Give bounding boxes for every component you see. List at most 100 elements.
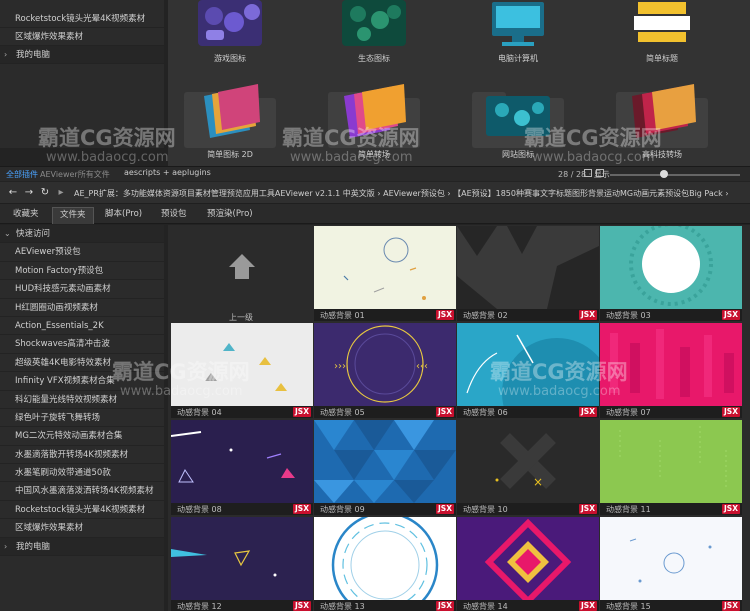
grid-item[interactable]: 动感背景 11 JSX [600,420,742,515]
sidebar-item[interactable]: Shockwaves高清冲击波 [0,335,164,354]
grid-item[interactable]: 动感背景 13 JSX [314,517,456,611]
bg02-art [457,226,599,309]
top-grid-item[interactable]: 简单图标 2D [170,74,290,162]
grid-item[interactable]: 动感背景 01 JSX [314,226,456,321]
tab-scripts-pro[interactable]: 脚本(Pro) [98,207,149,224]
simple-icons-2d-thumbnail [204,84,260,138]
hightech-transitions-thumbnail [632,84,696,138]
sidebar-folder-my-computer[interactable]: › 我的电脑 [0,537,164,557]
sidebar-item[interactable]: Infinity VFX视频素材合集 [0,372,164,391]
back-icon[interactable]: ← [6,186,20,200]
sidebar-item[interactable]: H红圆圈动画视频素材 [0,299,164,317]
arrow-up-icon [229,254,255,267]
thumbnail-caption: 动感背景 02 [463,311,508,320]
jsx-badge: JSX [722,407,740,417]
top-grid-item[interactable]: 游戏图标 [170,0,290,66]
plugin-filter-label[interactable]: aescripts + aeplugins [124,168,211,177]
svg-text:›››: ››› [334,361,346,372]
thumbnail-caption: 网站图标 [502,150,534,159]
sidebar-folder-my-computer[interactable]: › 我的电脑 [0,46,164,64]
forward-icon[interactable]: → [22,186,36,200]
go-up-item[interactable]: 上一级 [170,226,312,322]
go-up-label: 上一级 [229,313,253,322]
grid-item[interactable]: 动感背景 03 JSX [600,226,742,321]
top-grid-item[interactable]: 电脑计算机 [458,0,578,66]
sidebar-item[interactable]: Rocketstock镜头光晕4K视频素材 [0,501,164,520]
grid-view-icon[interactable] [584,169,592,177]
grid-item[interactable]: 动感背景 04 JSX [171,323,313,418]
filter-all-plugins[interactable]: 全部插件 [6,169,38,180]
grid-item[interactable]: × 动感背景 10 JSX [457,420,599,515]
top-grid-item[interactable]: 简单标题 [602,0,722,66]
arrow-up-stem [235,267,249,279]
grid-item[interactable]: 动感背景 14 JSX [457,517,599,611]
thumbnail-caption: 游戏图标 [214,54,246,63]
sidebar-item[interactable]: 科幻能量光线特效视频素材 [0,391,164,409]
list-view-icon[interactable] [596,169,604,177]
thumbnail-grid: 上一级 动感背景 01 JSX 动感背景 02 JSX 动感背景 03 JSX [168,225,750,611]
grid-item[interactable]: 动感背景 07 JSX [600,323,742,418]
sidebar-item[interactable]: 超级英雄4K电影特效素材 [0,354,164,373]
breadcrumb[interactable]: AE_PR扩展：多功能媒体资源项目素材管理预览应用工具AEViewer v2.1… [74,188,742,199]
grid-item[interactable]: ››› ‹‹‹ 动感背景 05 JSX [314,323,456,418]
thumbnail-size-slider[interactable] [610,174,740,176]
thumbnail-caption-bar: 动感背景 14 JSX [457,600,599,611]
bg12-art [171,549,277,577]
sidebar-quick-access[interactable]: ⌄ 快速访问 [0,225,164,244]
thumbnail-caption: 动感背景 03 [606,311,651,320]
bg09-art [314,420,456,503]
thumbnail [184,0,276,52]
thumbnail [457,323,599,406]
grid-item[interactable]: 动感背景 02 JSX [457,226,599,321]
sidebar-item[interactable]: HUD科技感元素动画素材 [0,280,164,299]
svg-text:×: × [533,475,543,489]
sidebar-item[interactable]: 中国风水墨滴落泼洒转场4K视频素材 [0,482,164,501]
sidebar-item[interactable]: Motion Factory预设包 [0,262,164,281]
thumbnail-caption: 动感背景 07 [606,408,651,417]
bg01-art [343,237,426,300]
grid-item[interactable]: 动感背景 08 JSX [171,420,313,515]
thumbnail [600,226,742,309]
thumbnail-caption: 动感背景 05 [320,408,365,417]
thumbnail [171,420,313,503]
bg06-art [466,334,599,406]
thumbnail: ››› ‹‹‹ [314,323,456,406]
tab-prerender-pro[interactable]: 预渲染(Pro) [200,207,260,224]
sidebar-item[interactable]: MG二次元特效动画素材合集 [0,427,164,446]
thumbnail [314,517,456,600]
sidebar-item[interactable]: 区域爆炸效果素材 [0,28,164,46]
thumbnail-caption: 动感背景 01 [320,311,365,320]
thumbnail-caption: 简单图标 2D [207,150,253,159]
jsx-badge: JSX [579,504,597,514]
top-grid-item[interactable]: 生态图标 [314,0,434,66]
tab-presets[interactable]: 预设包 [154,207,194,224]
sidebar-item[interactable]: 绿色叶子旋转飞舞转场 [0,409,164,428]
grid-item[interactable]: 动感背景 09 JSX [314,420,456,515]
grid-item[interactable]: 动感背景 15 JSX [600,517,742,611]
thumbnail-caption: 电脑计算机 [498,54,538,63]
top-grid-item[interactable]: 网站图标 [458,74,578,162]
top-grid-item[interactable]: 高科技转场 [602,74,722,162]
jsx-badge: JSX [436,504,454,514]
top-sidebar: Rocketstock镜头光晕4K视频素材 区域爆炸效果素材 › 我的电脑 [0,0,164,148]
sidebar-item[interactable]: 水墨滴落散开转场4K视频素材 [0,446,164,465]
sidebar-item[interactable]: 区域爆炸效果素材 [0,519,164,538]
watermark-url: www.badaocg.com [46,150,169,165]
tab-favorites[interactable]: 收藏夹 [6,207,46,224]
filter-all-files[interactable]: AEViewer所有文件 [40,169,110,180]
bg08-art [171,431,295,483]
sidebar-item[interactable]: 水墨笔刷动效带通道50款 [0,464,164,483]
grid-item[interactable]: 动感背景 06 JSX [457,323,599,418]
thumbnail-caption: 生态图标 [358,54,390,63]
slider-handle[interactable] [660,170,668,178]
sidebar-item[interactable]: AEViewer预设包 [0,243,164,262]
top-grid-item[interactable]: 简单转场 [314,74,434,162]
bg15-art [629,538,712,583]
thumbnail-caption: 简单转场 [358,150,390,159]
sidebar-item[interactable]: Rocketstock镜头光晕4K视频素材 [0,10,164,28]
sidebar-item[interactable]: Action_Essentials_2K [0,317,164,336]
refresh-icon[interactable]: ↻ [38,186,52,200]
grid-item[interactable]: 动感背景 12 JSX [171,517,313,611]
bg03-art [629,226,713,306]
tab-folders[interactable]: 文件夹 [52,207,94,224]
